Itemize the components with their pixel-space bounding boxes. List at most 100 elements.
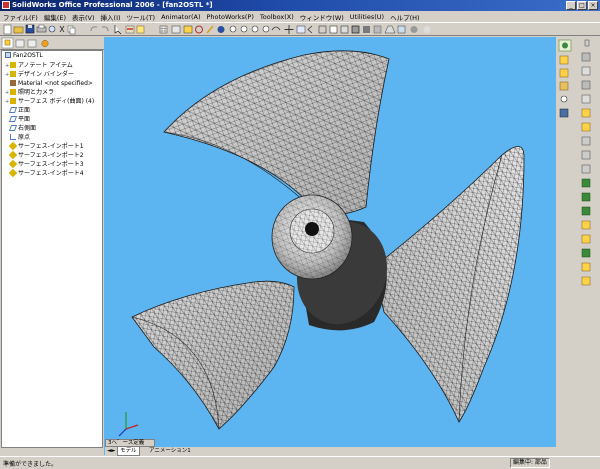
tree-item-design-binder[interactable]: + デザイン バインダー	[5, 71, 74, 79]
rb-tool-13-icon[interactable]	[581, 220, 591, 230]
sketch-pencil-icon[interactable]	[206, 25, 214, 34]
shaded-with-edges-icon[interactable]	[351, 25, 360, 34]
rb-tool-7-icon[interactable]	[581, 136, 591, 146]
undo-icon[interactable]	[90, 26, 98, 32]
file-explorer-icon[interactable]	[559, 81, 569, 91]
tree-item-front-plane[interactable]: 正面	[5, 107, 30, 115]
task-pane-home-icon[interactable]	[558, 39, 572, 52]
configurationmanager-tab-icon[interactable]	[27, 39, 37, 48]
menu-file[interactable]: ファイル(F)	[0, 12, 41, 22]
rb-tool-11-icon[interactable]	[581, 192, 591, 202]
configuration-tab[interactable]: 3ヘ゛ース定義	[105, 439, 155, 447]
pan-icon[interactable]	[284, 25, 294, 34]
rb-tool-3-icon[interactable]	[581, 80, 591, 90]
grid-icon[interactable]	[159, 25, 168, 34]
tree-item-surface-import-3[interactable]: サーフェス-インポート3	[5, 159, 84, 169]
tab-model[interactable]: モデル	[117, 447, 140, 456]
hidden-lines-removed-icon[interactable]	[340, 25, 349, 34]
shaded-icon[interactable]	[363, 26, 370, 33]
graphics-viewport[interactable]	[104, 37, 556, 455]
rb-tool-2-icon[interactable]	[581, 66, 591, 76]
blade-right[interactable]	[373, 146, 525, 423]
options-icon[interactable]	[136, 25, 145, 34]
rb-tool-15-icon[interactable]	[581, 248, 591, 258]
tree-item-top-plane[interactable]: 平面	[5, 116, 30, 124]
featuremanager-tab-icon[interactable]	[1, 37, 14, 49]
zoom-fit-icon[interactable]	[183, 25, 193, 34]
copy-icon[interactable]	[67, 25, 76, 35]
save-icon[interactable]	[25, 24, 35, 34]
menu-help[interactable]: ヘルプ(H)	[387, 12, 422, 22]
tree-item-surface-import-2[interactable]: サーフェス-インポート2	[5, 150, 84, 160]
table-icon[interactable]	[171, 25, 181, 34]
maximize-button[interactable]: □	[577, 1, 587, 10]
menu-edit[interactable]: 編集(E)	[41, 12, 69, 22]
tab-animation1[interactable]: アニメーション1	[147, 447, 193, 455]
rb-tool-4-icon[interactable]	[581, 94, 591, 104]
zoom-to-fit-icon[interactable]	[229, 25, 237, 33]
hidden-lines-visible-icon[interactable]	[329, 25, 338, 34]
menu-photoworks[interactable]: PhotoWorks(P)	[203, 13, 256, 21]
tree-root[interactable]: Fan2OSTL	[5, 52, 43, 60]
view-palette-icon[interactable]	[559, 108, 569, 118]
rotate-icon[interactable]	[195, 25, 203, 34]
task-pane-resources-icon[interactable]	[559, 55, 569, 65]
rb-tool-9-icon[interactable]	[581, 164, 591, 174]
menu-view[interactable]: 表示(V)	[69, 12, 98, 22]
menu-toolbox[interactable]: Toolbox(X)	[257, 13, 297, 21]
tree-item-lights-cameras[interactable]: + 照明と力メラ	[5, 89, 54, 97]
cut-icon[interactable]	[59, 25, 65, 33]
zoom-in-out-icon[interactable]	[251, 25, 259, 33]
rb-tool-6-icon[interactable]	[581, 122, 591, 132]
rb-tool-5-icon[interactable]	[581, 108, 591, 118]
propertymanager-tab-icon[interactable]	[15, 39, 25, 48]
realview-icon[interactable]	[410, 26, 418, 33]
fan-propeller-model[interactable]	[104, 37, 556, 455]
blade-upper[interactable]	[163, 50, 390, 216]
tree-item-surface-import-4[interactable]: サーフェス-インポート4	[5, 168, 84, 178]
new-document-icon[interactable]	[3, 24, 12, 35]
open-folder-icon[interactable]	[13, 26, 24, 34]
view-orientation-icon[interactable]	[296, 25, 306, 34]
print-icon[interactable]	[36, 24, 47, 33]
design-library-icon[interactable]	[559, 68, 569, 78]
close-button[interactable]: ×	[588, 1, 598, 10]
menu-tools[interactable]: ツール(T)	[124, 12, 159, 22]
tree-item-material[interactable]: Material <not specified>	[5, 80, 93, 88]
print-preview-icon[interactable]	[48, 25, 56, 33]
select-arrow-icon[interactable]	[114, 25, 122, 35]
nav-arrows-icon[interactable]: ◄►	[105, 447, 117, 455]
menu-insert[interactable]: 挿入(I)	[98, 12, 124, 22]
blade-lower-left[interactable]	[131, 280, 295, 430]
tree-item-origin[interactable]: 原点	[5, 134, 30, 142]
rb-tool-16-icon[interactable]	[581, 262, 591, 272]
tree-item-right-plane[interactable]: 右側面	[5, 125, 36, 133]
menu-animator[interactable]: Animator(A)	[158, 13, 203, 21]
rb-tool-17-icon[interactable]	[581, 276, 591, 286]
pin-icon[interactable]	[584, 39, 590, 47]
shadows-icon[interactable]	[373, 25, 382, 34]
menu-window[interactable]: ウィンドウ(W)	[297, 12, 347, 22]
rb-tool-12-icon[interactable]	[581, 206, 591, 216]
rb-tool-14-icon[interactable]	[581, 234, 591, 244]
search-icon[interactable]	[560, 95, 568, 103]
minimize-button[interactable]: _	[566, 1, 576, 10]
menu-utilities[interactable]: Utilities(U)	[347, 13, 387, 21]
rb-tool-10-icon[interactable]	[581, 178, 591, 188]
section-view-icon[interactable]	[397, 25, 406, 34]
photoworks-icon[interactable]	[423, 26, 431, 33]
rb-tool-1-icon[interactable]	[581, 52, 591, 62]
question-icon[interactable]	[217, 26, 225, 33]
tree-item-surface-import-1[interactable]: サーフェス-インポート1	[5, 141, 84, 151]
rebuild-icon[interactable]	[125, 25, 135, 34]
perspective-icon[interactable]	[384, 25, 396, 34]
rb-tool-8-icon[interactable]	[581, 150, 591, 160]
photoworks-tab-icon[interactable]	[41, 40, 49, 47]
zoom-selection-icon[interactable]	[262, 25, 270, 33]
wireframe-icon[interactable]	[318, 25, 327, 34]
rotate-view-icon[interactable]	[271, 26, 281, 31]
previous-view-icon[interactable]	[307, 25, 313, 34]
tree-item-surface-bodies[interactable]: + サーフェス ボディ(曲面) (4)	[5, 98, 94, 106]
zoom-area-icon[interactable]	[240, 25, 248, 33]
solidworks-app-icon[interactable]	[2, 1, 10, 9]
